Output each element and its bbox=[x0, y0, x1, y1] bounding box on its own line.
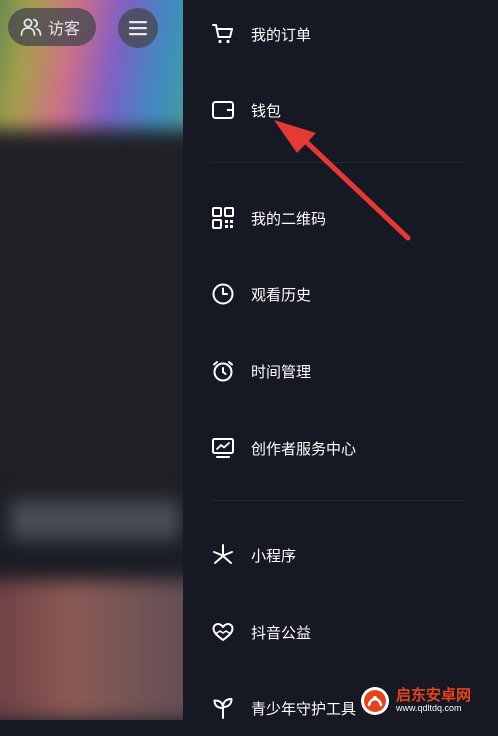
menu-item-label: 我的二维码 bbox=[251, 209, 327, 228]
menu-item-charity[interactable]: 抖音公益 bbox=[183, 604, 498, 660]
visitor-button[interactable]: 访客 bbox=[8, 8, 96, 46]
heart-hand-icon bbox=[210, 619, 236, 645]
watermark-url: www.qdltdq.com bbox=[396, 703, 462, 714]
menu-item-label: 小程序 bbox=[251, 546, 297, 565]
menu-item-wallet[interactable]: 钱包 bbox=[183, 82, 498, 138]
menu-button[interactable] bbox=[118, 8, 158, 48]
watermark: 启东安卓网 www.qdltdq.com bbox=[360, 682, 498, 720]
menu-item-qrcode[interactable]: 我的二维码 bbox=[183, 190, 498, 246]
menu-item-label: 青少年守护工具 bbox=[251, 699, 357, 718]
menu-item-time-management[interactable]: 时间管理 bbox=[183, 343, 498, 399]
menu-item-mini-programs[interactable]: 小程序 bbox=[183, 527, 498, 583]
menu-item-label: 我的订单 bbox=[251, 25, 312, 44]
clock-icon bbox=[210, 281, 236, 307]
chart-monitor-icon bbox=[210, 435, 236, 461]
menu-item-orders[interactable]: 我的订单 bbox=[183, 6, 498, 62]
hamburger-icon bbox=[129, 21, 147, 36]
cart-icon bbox=[210, 21, 236, 47]
sprout-icon bbox=[210, 695, 236, 721]
menu-item-label: 时间管理 bbox=[251, 362, 312, 381]
divider bbox=[210, 162, 464, 163]
menu-item-history[interactable]: 观看历史 bbox=[183, 266, 498, 322]
alarm-clock-icon bbox=[210, 358, 236, 384]
menu-item-creator-center[interactable]: 创作者服务中心 bbox=[183, 420, 498, 476]
background-content bbox=[0, 0, 190, 720]
menu-item-label: 钱包 bbox=[251, 101, 282, 120]
visitor-label: 访客 bbox=[48, 19, 81, 38]
qrcode-icon bbox=[210, 205, 236, 231]
watermark-name: 启东安卓网 bbox=[396, 686, 472, 705]
watermark-logo-icon bbox=[361, 687, 389, 715]
people-icon bbox=[20, 18, 42, 36]
sparkle-icon bbox=[210, 542, 236, 568]
menu-item-label: 抖音公益 bbox=[251, 623, 312, 642]
menu-item-label: 观看历史 bbox=[251, 285, 312, 304]
wallet-icon bbox=[210, 97, 236, 123]
side-drawer: 我的订单 钱包 我的二维码 观看历史 时间管理 创作者服务中心 小程序 抖音公益… bbox=[183, 0, 498, 720]
menu-item-label: 创作者服务中心 bbox=[251, 439, 357, 458]
divider bbox=[210, 500, 464, 501]
